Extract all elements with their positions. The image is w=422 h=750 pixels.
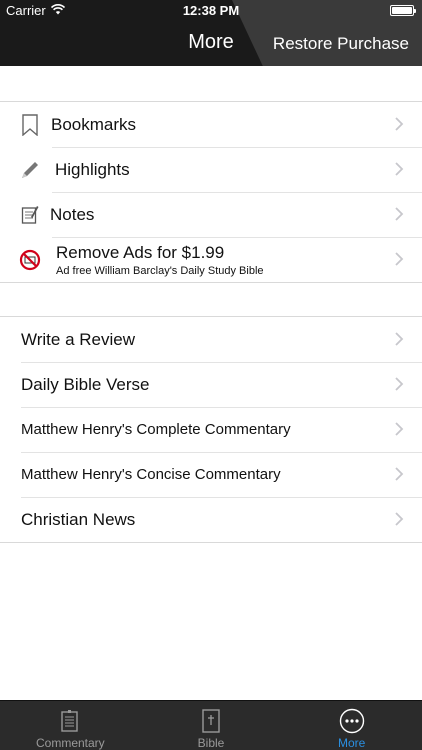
row-label: Notes [50,204,95,224]
content: Bookmarks Highlights Notes Remove Ads fo… [0,66,422,700]
bookmark-icon [18,113,42,137]
tab-label: Commentary [35,736,105,750]
commentary-icon [57,708,83,734]
header: Carrier 12:38 PM More Restore Purchase [0,0,422,66]
tab-bible[interactable]: Bible [141,701,282,750]
chevron-right-icon [395,332,404,346]
row-concise-commentary[interactable]: Matthew Henry's Concise Commentary [0,452,422,497]
tab-more[interactable]: More [281,701,422,750]
row-label: Matthew Henry's Complete Commentary [21,421,291,438]
chevron-right-icon [395,467,404,481]
tab-label: Bible [197,736,225,750]
row-sublabel: Ad free William Barclay's Daily Study Bi… [56,264,264,277]
battery-icon [390,5,416,16]
row-label: Bookmarks [51,114,137,134]
more-icon [339,708,365,734]
tab-label: More [338,736,366,750]
restore-purchase-button[interactable]: Restore Purchase [273,34,409,54]
row-label: Christian News [21,509,136,529]
chevron-right-icon [395,117,404,131]
row-label: Write a Review [21,329,135,349]
row-complete-commentary[interactable]: Matthew Henry's Complete Commentary [0,407,422,452]
row-write-review[interactable]: Write a Review [0,317,422,362]
row-highlights[interactable]: Highlights [0,147,422,192]
nav-title: More [188,31,234,53]
chevron-right-icon [395,512,404,526]
chevron-right-icon [395,207,404,221]
row-label: Daily Bible Verse [21,374,150,394]
row-daily-verse[interactable]: Daily Bible Verse [0,362,422,407]
notepad-icon [18,203,42,227]
group-links: Write a Review Daily Bible Verse Matthew… [0,316,422,543]
pencil-icon [18,158,42,182]
chevron-right-icon [395,377,404,391]
status-bar: Carrier 12:38 PM [0,0,422,20]
no-ads-icon [18,248,42,272]
row-bookmarks[interactable]: Bookmarks [0,102,422,147]
chevron-right-icon [395,252,404,266]
row-label: Matthew Henry's Concise Commentary [21,466,281,483]
chevron-right-icon [395,162,404,176]
bible-icon [198,708,224,734]
status-time: 12:38 PM [182,3,240,18]
tab-commentary[interactable]: Commentary [0,701,141,750]
row-notes[interactable]: Notes [0,192,422,237]
row-label: Highlights [55,159,130,179]
row-label: Remove Ads for $1.99 [56,242,225,262]
chevron-right-icon [395,422,404,436]
tab-bar: Commentary Bible More [0,700,422,750]
row-christian-news[interactable]: Christian News [0,497,422,542]
row-remove-ads[interactable]: Remove Ads for $1.99 Ad free William Bar… [0,237,422,282]
group-features: Bookmarks Highlights Notes Remove Ads fo… [0,101,422,283]
